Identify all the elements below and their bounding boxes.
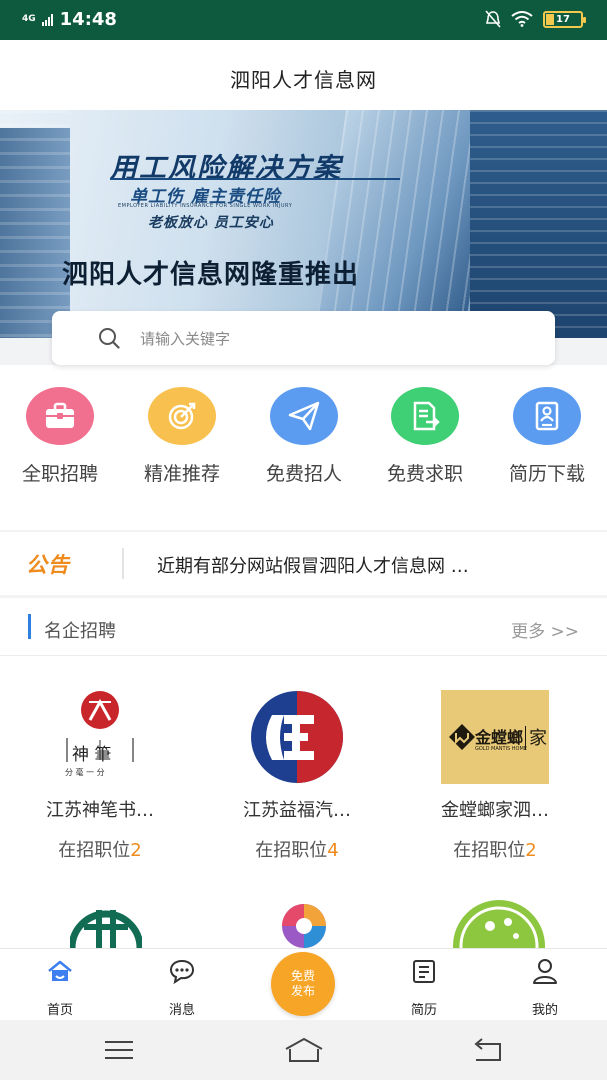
company-name: 金螳螂家泗… (441, 800, 549, 821)
job-count-number: 2 (130, 840, 142, 861)
job-count: 在招职位2 (453, 840, 537, 861)
company-logo-partial[interactable] (70, 896, 142, 948)
company-name: 江苏神笔书… (46, 800, 154, 821)
tab-messages[interactable]: 消息 (142, 957, 222, 1018)
company-name: 江苏益福汽… (243, 800, 351, 821)
notice-divider (122, 548, 124, 579)
status-bar: 4G 14:48 17 (0, 0, 607, 40)
logo-divider (525, 726, 526, 750)
free-publish-button[interactable]: 免费 发布 (271, 952, 335, 1016)
status-time: 14:48 (59, 9, 117, 30)
resume-icon (513, 387, 581, 445)
logo-subtext: GOLD MANTIS HOME (475, 746, 527, 752)
tab-profile[interactable]: 我的 (505, 957, 585, 1018)
category-full-time[interactable]: 全职招聘 (5, 387, 115, 486)
document-arrow-icon (391, 387, 459, 445)
category-resume-download[interactable]: 简历下载 (492, 387, 602, 486)
search-input[interactable]: 请输入关键字 (52, 311, 555, 365)
promo-banner[interactable]: 用工风险解决方案 单工伤 雇主责任险 EMPLOYER LIABILITY IN… (0, 110, 607, 338)
company-logo-partial[interactable] (276, 896, 332, 948)
battery-level: 17 (556, 13, 570, 25)
tab-label: 我的 (531, 1003, 558, 1018)
tab-label: 简历 (410, 1003, 437, 1018)
home-nav-icon[interactable] (284, 1037, 324, 1063)
job-count-number: 2 (525, 840, 537, 861)
notice-tag: 公告 (26, 553, 70, 577)
network-indicator: 4G (22, 14, 36, 24)
back-icon[interactable] (472, 1038, 504, 1062)
mute-icon (485, 10, 501, 28)
wifi-icon (511, 11, 533, 27)
job-count: 在招职位2 (58, 840, 142, 861)
company-logo: 金螳螂 GOLD MANTIS HOME 家 (441, 690, 549, 784)
notice-bar[interactable]: 公告 近期有部分网站假冒泗阳人才信息网 … (0, 532, 607, 595)
logo-text: 神 筆 (72, 745, 112, 765)
status-left: 4G 14:48 (22, 9, 117, 30)
job-count-number: 4 (327, 840, 339, 861)
notice-text[interactable]: 近期有部分网站假冒泗阳人才信息网 … (157, 552, 469, 578)
company-card[interactable]: 金螳螂 GOLD MANTIS HOME 家 金螳螂家泗… 在招职位2 (395, 690, 595, 862)
job-count: 在招职位4 (255, 840, 339, 861)
section-accent-bar (28, 614, 31, 639)
signal-icon (41, 13, 53, 26)
user-icon (533, 959, 557, 984)
logo-subtext: 分 毫 一 分 (65, 768, 105, 777)
banner-slogan: 老板放心 员工安心 (148, 215, 274, 231)
banner-announce: 泗阳人才信息网隆重推出 (62, 260, 360, 290)
more-link[interactable]: 更多 >> (511, 617, 579, 642)
title-bar: 泗阳人才信息网 (0, 40, 607, 110)
message-icon (169, 959, 195, 985)
category-label: 全职招聘 (21, 463, 98, 485)
banner-subline-en: EMPLOYER LIABILITY INSURANCE FOR SINGLE … (118, 203, 293, 209)
tab-resume[interactable]: 简历 (384, 957, 464, 1018)
company-logo (242, 690, 352, 784)
briefcase-icon (26, 387, 94, 445)
tab-label: 消息 (168, 1003, 195, 1018)
publish-label-line2: 发布 (290, 984, 315, 998)
search-icon (99, 328, 120, 349)
category-grid: 全职招聘 精准推荐 免费招人 免费求职 简历下载 (0, 365, 607, 530)
target-icon (148, 387, 216, 445)
bottom-tab-bar: 首页 消息 免费 发布 简历 我的 (0, 948, 607, 1020)
category-label: 简历下载 (508, 463, 585, 485)
company-card[interactable]: 神 筆 分 毫 一 分 江苏神笔书… 在招职位2 (0, 690, 200, 862)
company-logo-partial[interactable] (452, 896, 546, 948)
yifu-logo-icon (251, 691, 343, 783)
category-label: 免费招人 (265, 463, 342, 485)
menu-icon[interactable] (104, 1040, 134, 1060)
category-recommend[interactable]: 精准推荐 (127, 387, 237, 486)
section-header: 名企招聘 更多 >> (0, 598, 607, 656)
paper-plane-icon (270, 387, 338, 445)
logo-side-text: 家 (529, 728, 547, 749)
logo-text: 金螳螂 (475, 728, 524, 747)
category-free-hire[interactable]: 免费招人 (249, 387, 359, 486)
home-icon (48, 960, 72, 981)
banner-divider (110, 178, 400, 180)
company-logo: 神 筆 分 毫 一 分 (45, 690, 155, 784)
tab-label: 首页 (46, 1003, 73, 1018)
gold-mantis-logo-icon (449, 724, 475, 750)
company-card[interactable]: 江苏益福汽… 在招职位4 (197, 690, 397, 862)
system-nav-bar (0, 1020, 607, 1080)
resume-icon (413, 960, 435, 983)
page-title: 泗阳人才信息网 (230, 68, 377, 92)
tab-home[interactable]: 首页 (20, 957, 100, 1018)
category-label: 精准推荐 (143, 463, 220, 485)
publish-label-line1: 免费 (290, 969, 315, 983)
category-free-job[interactable]: 免费求职 (370, 387, 480, 486)
category-label: 免费求职 (386, 463, 463, 485)
status-right: 17 (485, 10, 586, 28)
search-placeholder: 请输入关键字 (140, 330, 231, 348)
battery-icon: 17 (543, 10, 586, 28)
featured-companies-section: 名企招聘 更多 >> 神 筆 分 毫 一 分 江苏神笔书… 在招职位2 江苏益福… (0, 598, 607, 948)
section-title: 名企招聘 (44, 621, 116, 642)
